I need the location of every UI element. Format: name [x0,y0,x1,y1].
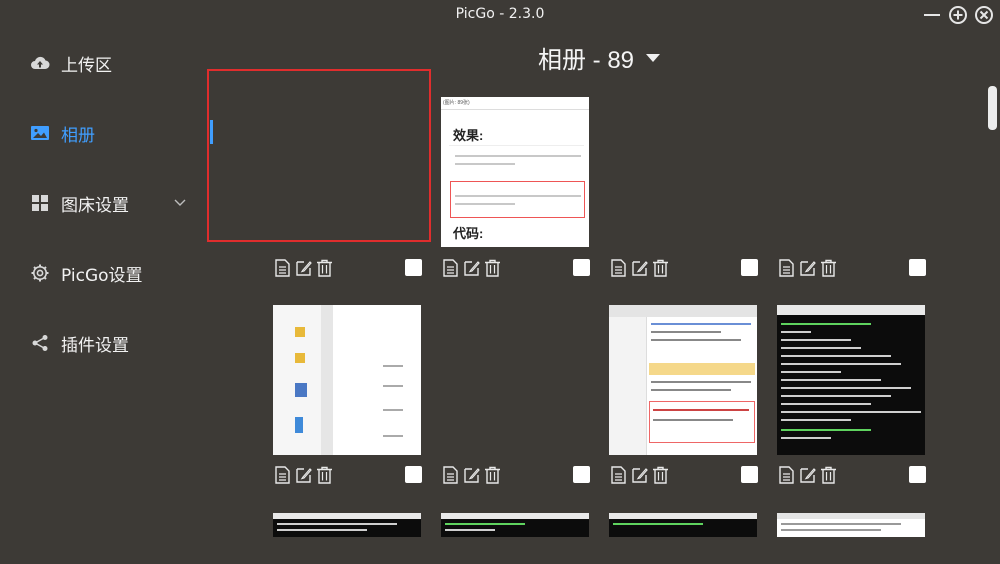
thumbnail-actions [274,466,424,484]
maximize-button[interactable] [948,5,968,25]
sidebar-item-picbed-settings[interactable]: 图床设置 [0,183,210,223]
image-thumbnail[interactable] [273,305,421,455]
app-title: PicGo - 2.3.0 [455,6,545,22]
sidebar-item-label: 相册 [61,125,95,146]
image-thumbnail[interactable] [609,305,757,455]
minimize-button[interactable] [922,5,942,25]
close-circle-icon [975,6,993,24]
select-checkbox[interactable] [573,259,590,276]
copy-icon[interactable] [778,466,795,484]
sidebar-item-picgo-settings[interactable]: PicGo设置 [0,253,210,293]
select-checkbox[interactable] [909,466,926,483]
thumbnail-actions [778,466,928,484]
gear-icon [30,263,50,283]
caret-down-icon [646,53,661,62]
scrollbar-thumb[interactable] [988,86,997,130]
copy-icon[interactable] [442,259,459,277]
image-icon [30,123,50,143]
edit-icon[interactable] [799,466,816,484]
select-checkbox[interactable] [741,259,758,276]
copy-icon[interactable] [610,466,627,484]
select-checkbox[interactable] [405,466,422,483]
delete-icon[interactable] [484,466,501,484]
share-icon [30,333,50,353]
sidebar-item-label: 图床设置 [61,195,129,216]
image-thumbnail[interactable] [777,513,925,537]
copy-icon[interactable] [274,466,291,484]
edit-icon[interactable] [631,259,648,277]
thumbnail-actions [442,466,592,484]
select-checkbox[interactable] [405,259,422,276]
sidebar-item-gallery[interactable]: 相册 [0,113,210,153]
grid-icon [30,193,50,213]
image-thumbnail[interactable] [441,305,589,455]
select-checkbox[interactable] [573,466,590,483]
title-bar: PicGo - 2.3.0 [0,0,1000,30]
edit-icon[interactable] [295,259,312,277]
image-thumbnail[interactable] [609,513,757,537]
image-thumbnail[interactable] [777,305,925,455]
thumbnail-actions [610,259,760,277]
thumbnail-actions [442,259,592,277]
close-button[interactable] [974,5,994,25]
edit-icon[interactable] [463,466,480,484]
sidebar-item-label: PicGo设置 [61,265,143,286]
image-thumbnail[interactable] [273,513,421,537]
sidebar-item-label: 上传区 [61,55,112,76]
delete-icon[interactable] [652,259,669,277]
select-checkbox[interactable] [741,466,758,483]
sidebar-item-upload[interactable]: 上传区 [0,43,210,83]
selection-highlight [207,69,431,242]
chevron-down-icon [174,199,186,206]
minus-icon [924,14,940,16]
delete-icon[interactable] [316,259,333,277]
cloud-upload-icon [30,53,50,73]
image-thumbnail[interactable] [441,513,589,537]
sidebar-item-plugin-settings[interactable]: 插件设置 [0,323,210,363]
copy-icon[interactable] [610,259,627,277]
copy-icon[interactable] [778,259,795,277]
edit-icon[interactable] [463,259,480,277]
sidebar-item-label: 插件设置 [61,335,129,356]
thumbnail-actions [274,259,424,277]
edit-icon[interactable] [631,466,648,484]
delete-icon[interactable] [820,259,837,277]
thumbnail-actions [610,466,760,484]
thumbnail-actions [778,259,928,277]
plus-circle-icon [949,6,967,24]
select-checkbox[interactable] [909,259,926,276]
delete-icon[interactable] [484,259,501,277]
copy-icon[interactable] [274,259,291,277]
delete-icon[interactable] [820,466,837,484]
sidebar: 上传区 相册 图床设置 PicGo设置 插件设置 [0,30,210,564]
image-thumbnail[interactable]: (图片: 89张) 效果: 代码: [441,97,589,247]
gallery-title: 相册 - 89 [538,47,635,74]
gallery-header[interactable]: 相册 - 89 [538,40,661,75]
delete-icon[interactable] [652,466,669,484]
edit-icon[interactable] [295,466,312,484]
copy-icon[interactable] [442,466,459,484]
edit-icon[interactable] [799,259,816,277]
delete-icon[interactable] [316,466,333,484]
